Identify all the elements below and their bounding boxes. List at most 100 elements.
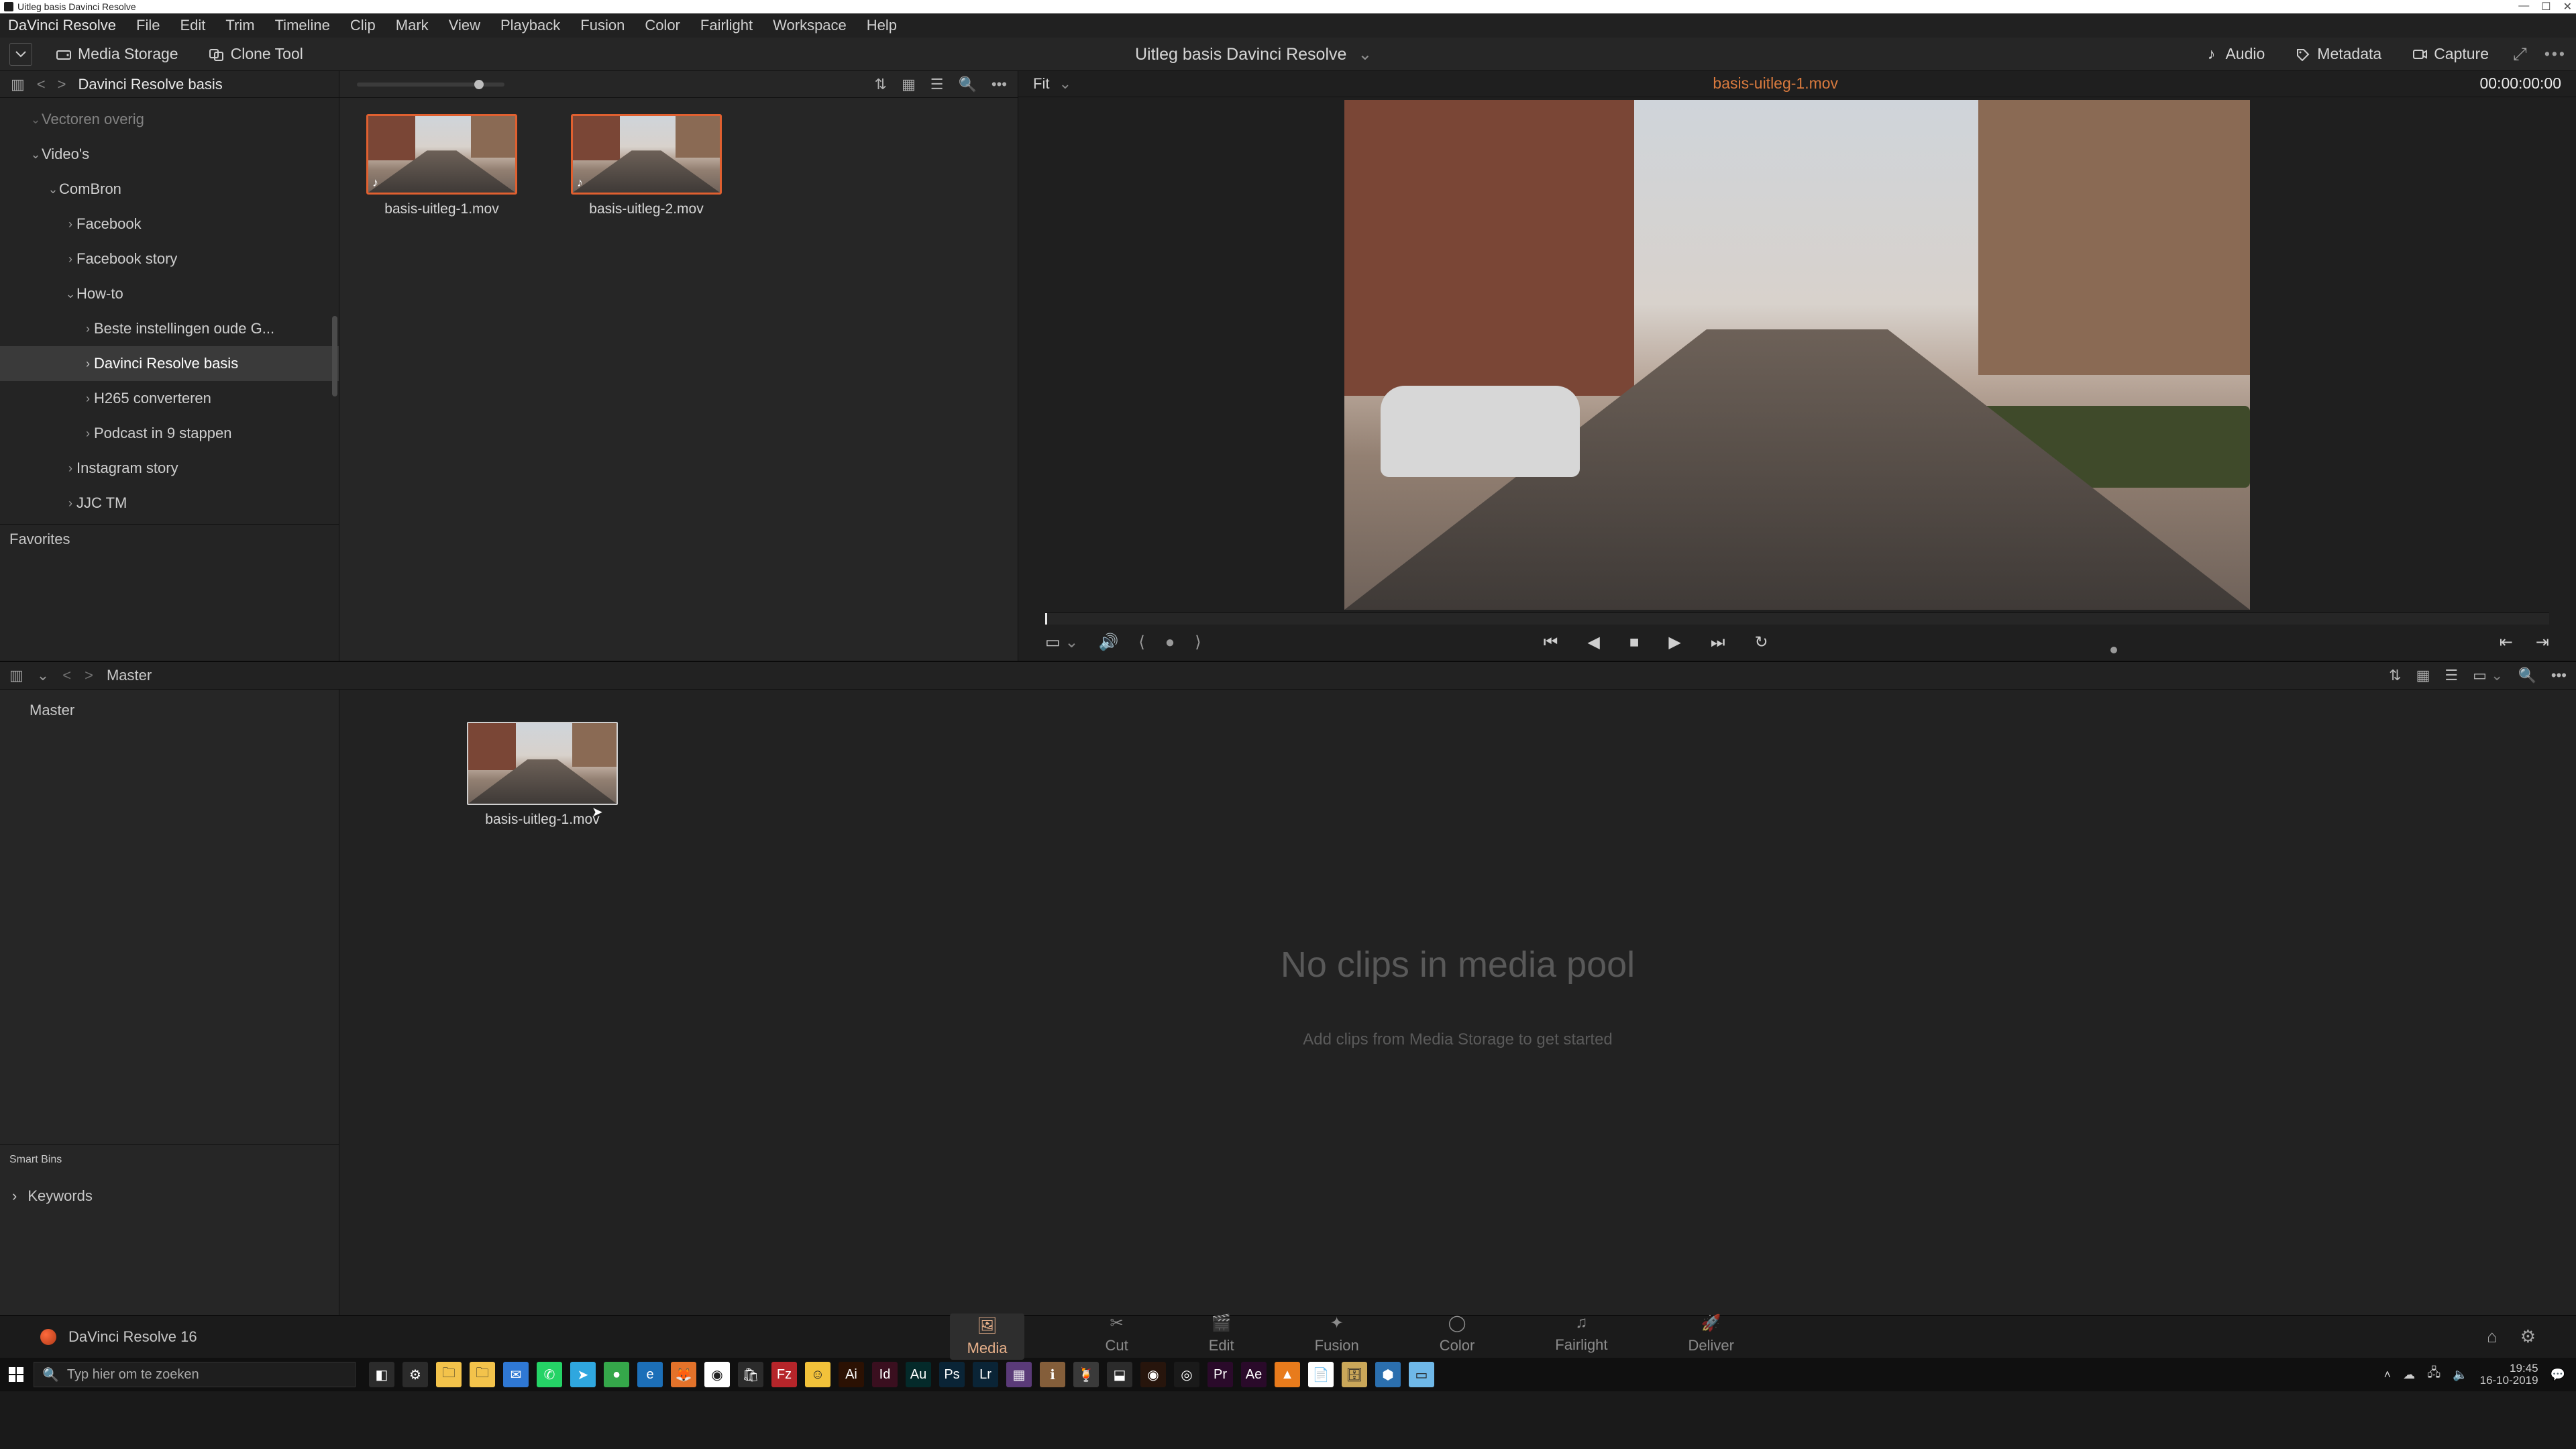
project-name[interactable]: Uitleg basis Davinci Resolve: [1135, 45, 1346, 64]
playhead[interactable]: [1045, 613, 1047, 625]
mute-toggle-icon[interactable]: 🔊: [1098, 633, 1118, 652]
nav-back[interactable]: <: [37, 76, 46, 93]
grid-view-icon[interactable]: ▦: [902, 76, 916, 93]
taskbar-app-resolve-tb[interactable]: ◉: [1140, 1362, 1166, 1387]
taskbar-app-adobe-ae[interactable]: Ae: [1241, 1362, 1267, 1387]
tray-volume-icon[interactable]: 🔈: [2453, 1368, 2467, 1382]
page-media[interactable]: 🖼Media: [950, 1313, 1025, 1360]
play-button[interactable]: ▶: [1668, 633, 1680, 652]
grid-view-icon[interactable]: ▦: [2416, 667, 2430, 684]
taskbar-app-archive[interactable]: 🗄: [1342, 1362, 1367, 1387]
menu-trim[interactable]: Trim: [225, 17, 254, 34]
taskbar-app-handbrake[interactable]: 🍹: [1073, 1362, 1099, 1387]
folder-row[interactable]: ›JJC TM: [0, 486, 339, 521]
folder-row[interactable]: ⌄Video's: [0, 137, 339, 172]
taskbar-app-obs[interactable]: ◎: [1174, 1362, 1199, 1387]
page-deliver[interactable]: 🚀Deliver: [1688, 1313, 1734, 1360]
tray-overflow-icon[interactable]: ˄: [2384, 1368, 2392, 1382]
taskbar-app-chrome[interactable]: ◉: [704, 1362, 730, 1387]
page-cut[interactable]: ✂Cut: [1105, 1313, 1128, 1360]
bins-forward[interactable]: >: [85, 667, 93, 684]
taskbar-app-telegram[interactable]: ➤: [570, 1362, 596, 1387]
preview-viewport[interactable]: [1344, 100, 2250, 610]
media-pool-area[interactable]: No clips in media pool Add clips from Me…: [339, 690, 2576, 1315]
bin-master[interactable]: Master: [0, 695, 339, 726]
viewer-zoom-select[interactable]: Fit ⌄: [1033, 75, 1071, 93]
match-frame-prev[interactable]: ⟨: [1138, 633, 1144, 652]
menu-edit[interactable]: Edit: [180, 17, 205, 34]
more-options-icon[interactable]: •••: [2544, 45, 2567, 63]
taskbar-app-whatsapp[interactable]: ✆: [537, 1362, 562, 1387]
taskbar-app-vlc[interactable]: ▲: [1275, 1362, 1300, 1387]
taskbar-app-explorer[interactable]: 🗀: [436, 1362, 462, 1387]
menu-help[interactable]: Help: [867, 17, 897, 34]
viewer-scrubber[interactable]: [1045, 612, 2549, 625]
menu-view[interactable]: View: [449, 17, 480, 34]
sort-icon[interactable]: ⇅: [875, 76, 887, 93]
folder-row[interactable]: ›Facebook: [0, 207, 339, 241]
taskbar-app-maps[interactable]: ⬢: [1375, 1362, 1401, 1387]
taskbar-app-app-mosaic[interactable]: ▦: [1006, 1362, 1032, 1387]
taskbar-app-app-sky[interactable]: ▭: [1409, 1362, 1434, 1387]
match-frame-marker[interactable]: ●: [1165, 633, 1175, 652]
folder-row[interactable]: ›Beste instellingen oude G...: [0, 311, 339, 346]
workspace-layout-toggle[interactable]: [9, 43, 32, 66]
thumbnail-size-slider[interactable]: [357, 83, 504, 87]
window-maximize[interactable]: ☐: [2541, 0, 2551, 13]
search-icon[interactable]: 🔍: [958, 76, 976, 93]
folder-row[interactable]: ⌄How-to: [0, 276, 339, 311]
menu-davinci-resolve[interactable]: DaVinci Resolve: [8, 17, 116, 34]
page-edit[interactable]: 🎬Edit: [1209, 1313, 1234, 1360]
menu-playback[interactable]: Playback: [500, 17, 560, 34]
set-out-point[interactable]: ⇥: [2536, 633, 2549, 652]
menu-fairlight[interactable]: Fairlight: [700, 17, 753, 34]
go-last-frame[interactable]: ⏭: [1711, 633, 1725, 652]
taskbar-clock[interactable]: 19:45 16-10-2019: [2480, 1362, 2538, 1387]
taskbar-app-wacom[interactable]: ⬓: [1107, 1362, 1132, 1387]
more-options-icon[interactable]: •••: [991, 76, 1007, 93]
clone-tool-button[interactable]: Clone Tool: [203, 42, 310, 66]
page-fusion[interactable]: ✦Fusion: [1315, 1313, 1359, 1360]
bins-back[interactable]: <: [62, 667, 71, 684]
taskbar-app-settings[interactable]: ⚙: [402, 1362, 428, 1387]
taskbar-app-notes[interactable]: 📄: [1308, 1362, 1334, 1387]
window-close[interactable]: ✕: [2563, 0, 2572, 13]
folder-row[interactable]: ›Facebook story: [0, 241, 339, 276]
more-options-icon[interactable]: •••: [2551, 667, 2567, 684]
list-view-icon[interactable]: ☰: [930, 76, 944, 93]
search-icon[interactable]: 🔍: [2518, 667, 2536, 684]
list-view-icon[interactable]: ☰: [2445, 667, 2458, 684]
tray-network-icon[interactable]: 🖧: [2427, 1364, 2440, 1385]
taskbar-app-adobe-au[interactable]: Au: [906, 1362, 931, 1387]
folder-row[interactable]: ⌄Vectoren overig: [0, 102, 339, 137]
tray-notifications-icon[interactable]: 💬: [2551, 1368, 2565, 1382]
menu-color[interactable]: Color: [645, 17, 680, 34]
menu-workspace[interactable]: Workspace: [773, 17, 847, 34]
folder-row[interactable]: ›H265 converteren: [0, 381, 339, 416]
menu-file[interactable]: File: [136, 17, 160, 34]
clip-view-toggle[interactable]: ▭ ⌄: [2473, 667, 2503, 684]
menu-clip[interactable]: Clip: [350, 17, 376, 34]
clip-item[interactable]: ♪basis-uitleg-2.mov: [571, 114, 722, 217]
expand-ui-toggle[interactable]: ⤢: [2513, 44, 2527, 65]
play-reverse[interactable]: ◀: [1587, 633, 1599, 652]
taskbar-app-app-yellow[interactable]: ☺: [805, 1362, 830, 1387]
taskbar-app-filezilla[interactable]: Fz: [771, 1362, 797, 1387]
tray-onedrive-icon[interactable]: ☁: [2403, 1368, 2415, 1382]
set-in-point[interactable]: ⇤: [2500, 633, 2513, 652]
taskbar-app-task-view[interactable]: ◧: [369, 1362, 394, 1387]
smart-bin-keywords[interactable]: › Keywords: [0, 1181, 339, 1212]
stop-button[interactable]: ■: [1629, 633, 1640, 652]
sort-icon[interactable]: ⇅: [2389, 667, 2401, 684]
taskbar-app-explorer-2[interactable]: 🗀: [470, 1362, 495, 1387]
nav-forward[interactable]: >: [58, 76, 66, 93]
folder-row[interactable]: ›Davinci Resolve basis: [0, 346, 339, 381]
taskbar-app-adobe-pr[interactable]: Pr: [1208, 1362, 1233, 1387]
taskbar-app-app-green[interactable]: ●: [604, 1362, 629, 1387]
clip-item[interactable]: ♪basis-uitleg-1.mov: [366, 114, 517, 217]
taskbar-app-edge[interactable]: e: [637, 1362, 663, 1387]
go-first-frame[interactable]: ⏮: [1544, 633, 1558, 652]
capture-panel-toggle[interactable]: Capture: [2406, 42, 2496, 66]
folder-row[interactable]: ›Instagram story: [0, 451, 339, 486]
jog-slider[interactable]: [2110, 639, 2500, 646]
